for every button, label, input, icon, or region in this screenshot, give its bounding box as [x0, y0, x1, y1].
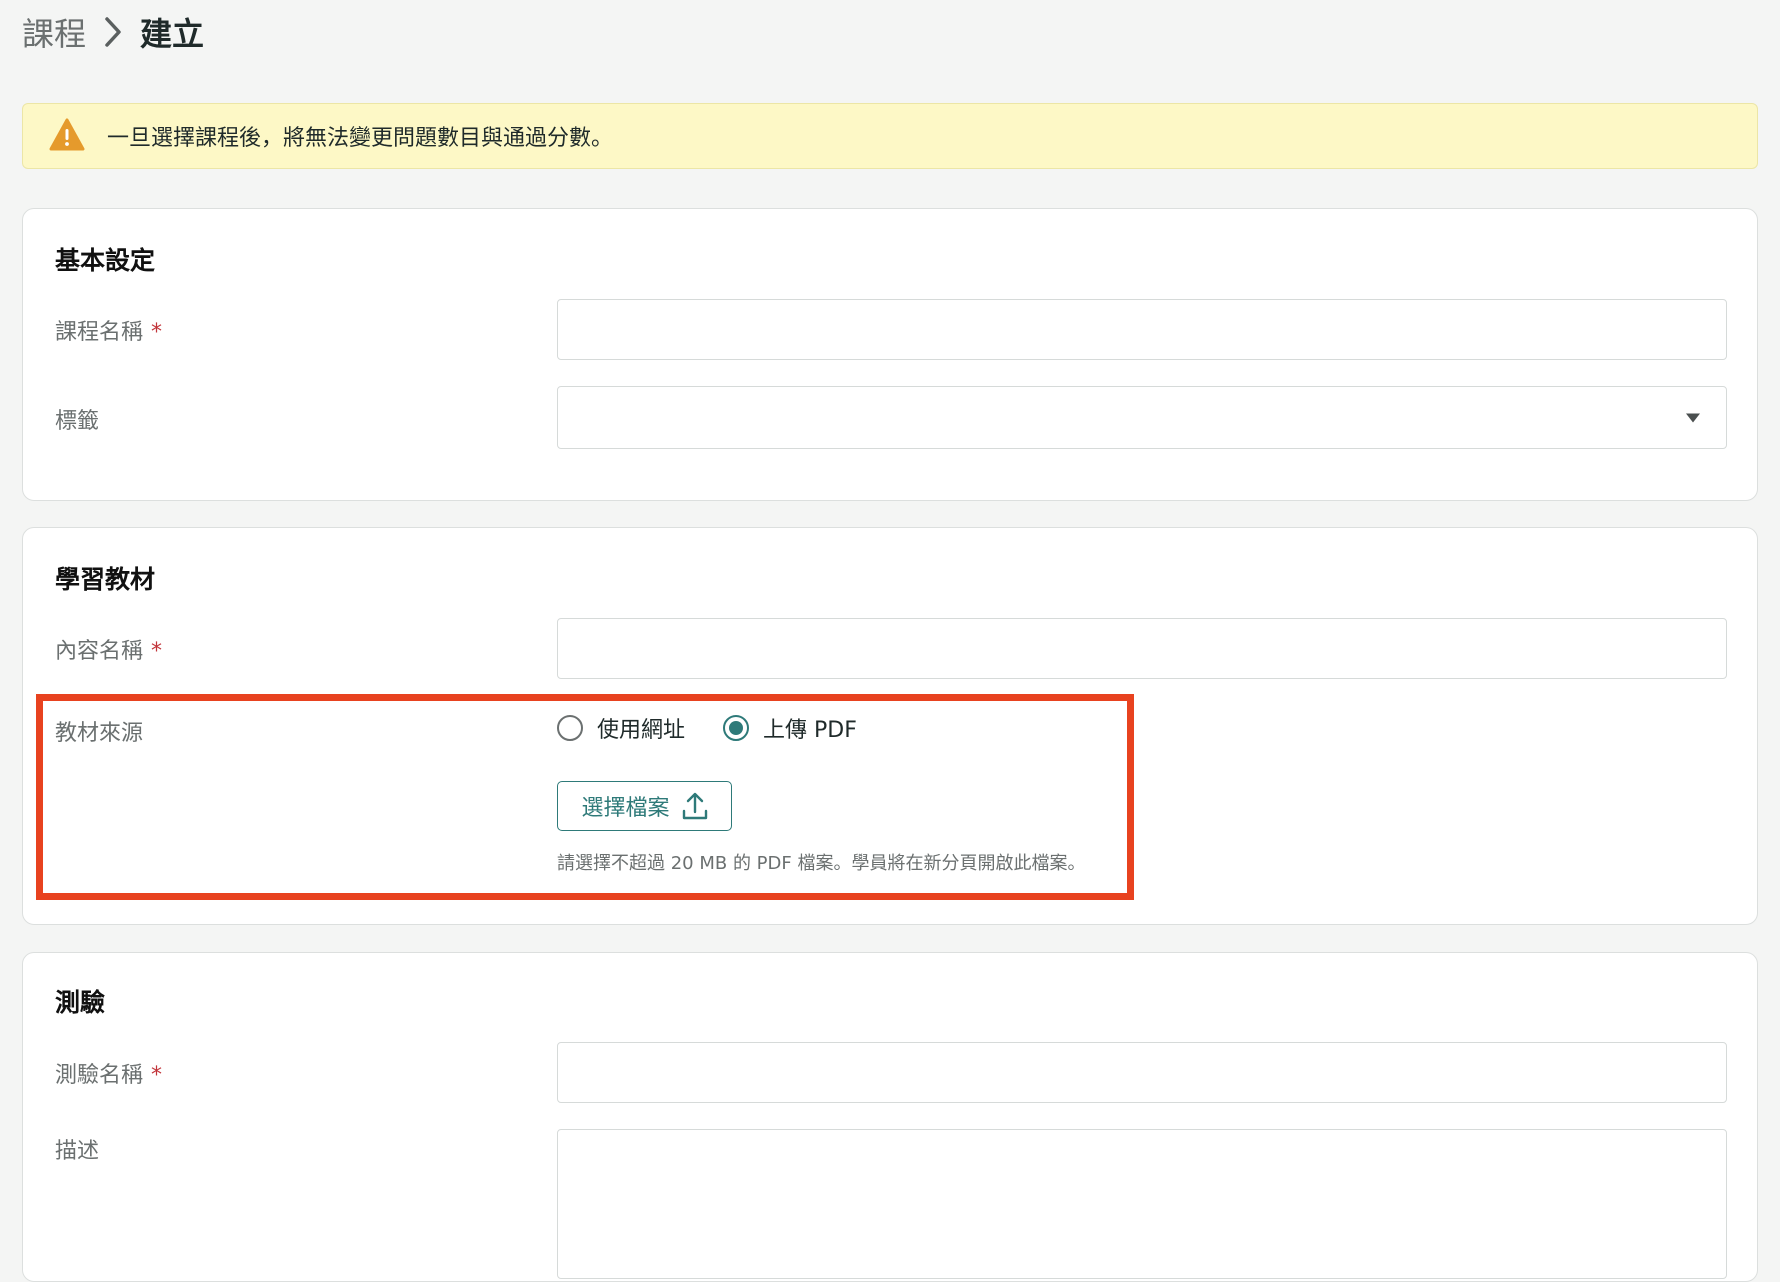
description-textarea[interactable] — [557, 1129, 1727, 1279]
required-marker: * — [151, 1063, 163, 1088]
quiz-name-input[interactable] — [557, 1042, 1727, 1103]
section-title-material: 學習教材 — [55, 565, 156, 594]
content-name-input[interactable] — [557, 618, 1727, 679]
radio-use-url[interactable]: 使用網址 — [557, 712, 685, 744]
section-title-basic: 基本設定 — [55, 246, 156, 275]
tags-label: 標籤 — [55, 409, 100, 434]
breadcrumb-courses-link[interactable]: 課程 — [22, 9, 86, 55]
course-name-input[interactable] — [557, 299, 1727, 360]
radio-checked-icon — [723, 715, 750, 741]
chevron-right-icon — [86, 12, 140, 52]
section-title-quiz: 測驗 — [55, 988, 106, 1017]
quiz-card: 測驗 測驗名稱 * 描述 — [22, 952, 1758, 1282]
content-name-label: 內容名稱 * — [55, 639, 163, 664]
basic-settings-card: 基本設定 課程名稱 * 標籤 — [22, 208, 1758, 501]
material-source-radio-group: 使用網址 上傳 PDF — [557, 712, 895, 744]
description-label: 描述 — [55, 1139, 100, 1164]
warning-banner: 一旦選擇課程後，將無法變更問題數目與通過分數。 — [22, 103, 1758, 169]
tags-select[interactable] — [557, 386, 1727, 449]
course-name-label: 課程名稱 * — [55, 320, 163, 345]
breadcrumb: 課程 建立 — [22, 10, 204, 54]
warning-text: 一旦選擇課程後，將無法變更問題數目與通過分數。 — [107, 126, 614, 151]
upload-hint: 請選擇不超過 20 MB 的 PDF 檔案。學員將在新分頁開啟此檔案。 — [557, 853, 1086, 874]
page-title: 建立 — [140, 15, 205, 53]
choose-file-button[interactable]: 選擇檔案 — [557, 781, 732, 831]
warning-triangle-icon — [49, 118, 85, 154]
material-source-label: 教材來源 — [55, 721, 144, 746]
radio-upload-pdf[interactable]: 上傳 PDF — [723, 712, 857, 744]
quiz-name-label: 測驗名稱 * — [55, 1063, 163, 1088]
upload-icon — [682, 792, 708, 820]
radio-unchecked-icon — [557, 715, 583, 741]
required-marker: * — [151, 639, 163, 664]
caret-down-icon — [1686, 413, 1700, 422]
learning-material-card: 學習教材 內容名稱 * 教材來源 使用網址 上傳 PDF 選擇檔案 請選擇不超過 … — [22, 527, 1758, 925]
required-marker: * — [151, 320, 163, 345]
